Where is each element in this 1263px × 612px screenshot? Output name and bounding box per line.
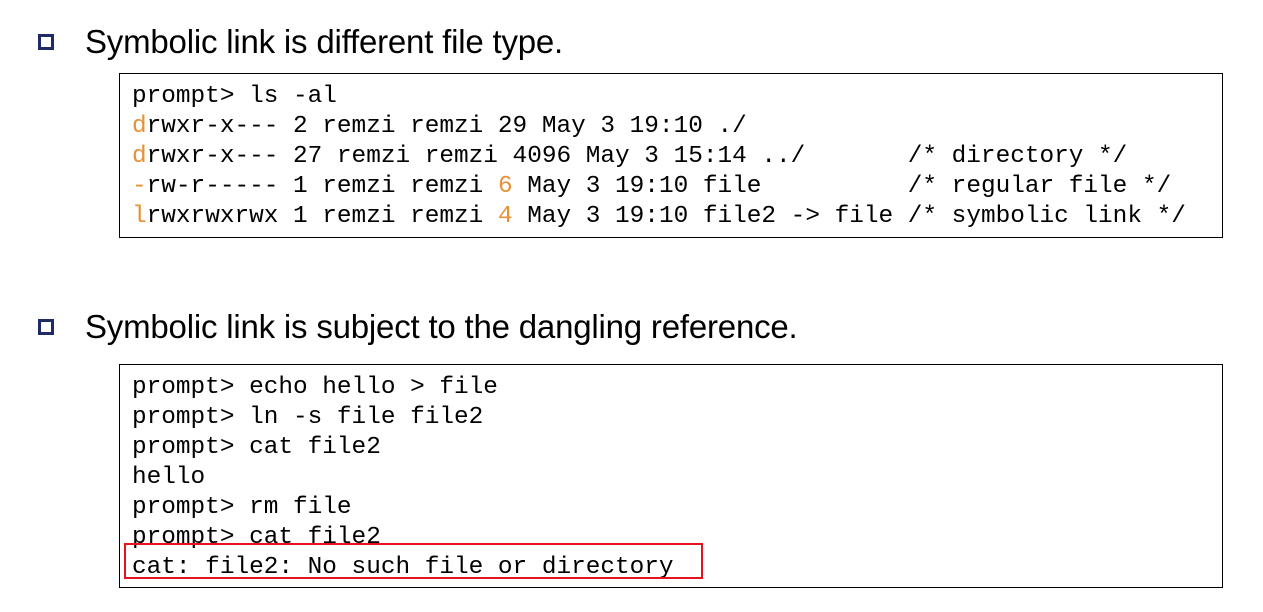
code-text: prompt> echo hello > file [132, 374, 498, 401]
highlighted-code-text: 6 [497, 173, 513, 200]
code-line: drwxr-x--- 2 remzi remzi 29 May 3 19:10 … [132, 112, 1186, 142]
code-line: hello [132, 463, 674, 493]
code-text: rwxr-x--- 2 remzi remzi 29 May 3 19:10 .… [146, 113, 747, 140]
code-text: rwxr-x--- 27 remzi remzi 4096 May 3 15:1… [146, 143, 1128, 170]
code-line: drwxr-x--- 27 remzi remzi 4096 May 3 15:… [132, 142, 1186, 172]
bullet-text: Symbolic link is different file type. [85, 23, 564, 60]
ls-listing-code-block: prompt> ls -al drwxr-x--- 2 remzi remzi 2… [119, 73, 1223, 238]
code-text: rwxrwxrwx 1 remzi remzi [146, 203, 498, 230]
code-text: prompt> ln -s file file2 [132, 404, 484, 431]
highlighted-code-text: 4 [497, 203, 513, 230]
square-bullet-icon [38, 319, 54, 335]
code-lines: prompt> ls -al drwxr-x--- 2 remzi remzi 2… [132, 82, 1186, 232]
code-text: May 3 19:10 file2 -> file /* symbolic li… [512, 203, 1186, 230]
code-line: prompt> rm file [132, 493, 674, 523]
code-text: hello [132, 464, 206, 491]
code-text: prompt> cat file2 [132, 434, 381, 461]
highlighted-code-text: - [132, 173, 147, 200]
code-line: lrwxrwxrwx 1 remzi remzi 4 May 3 19:10 f… [132, 202, 1186, 232]
square-bullet-icon [38, 34, 54, 50]
bullet-text: Symbolic link is subject to the dangling… [85, 308, 798, 345]
code-line: prompt> echo hello > file [132, 373, 674, 403]
code-text: May 3 19:10 file /* regular file */ [512, 173, 1172, 200]
highlighted-code-text: l [132, 203, 147, 230]
code-line: prompt> ls -al [132, 82, 1186, 112]
error-line-highlight-box [124, 543, 703, 579]
code-text: prompt> ls -al [132, 83, 337, 110]
highlighted-code-text: d [132, 143, 147, 170]
code-line: prompt> cat file2 [132, 433, 674, 463]
code-line: -rw-r----- 1 remzi remzi 6 May 3 19:10 f… [132, 172, 1186, 202]
code-text: rw-r----- 1 remzi remzi [146, 173, 498, 200]
highlighted-code-text: d [132, 113, 147, 140]
code-line: prompt> ln -s file file2 [132, 403, 674, 433]
code-text: prompt> rm file [132, 494, 352, 521]
